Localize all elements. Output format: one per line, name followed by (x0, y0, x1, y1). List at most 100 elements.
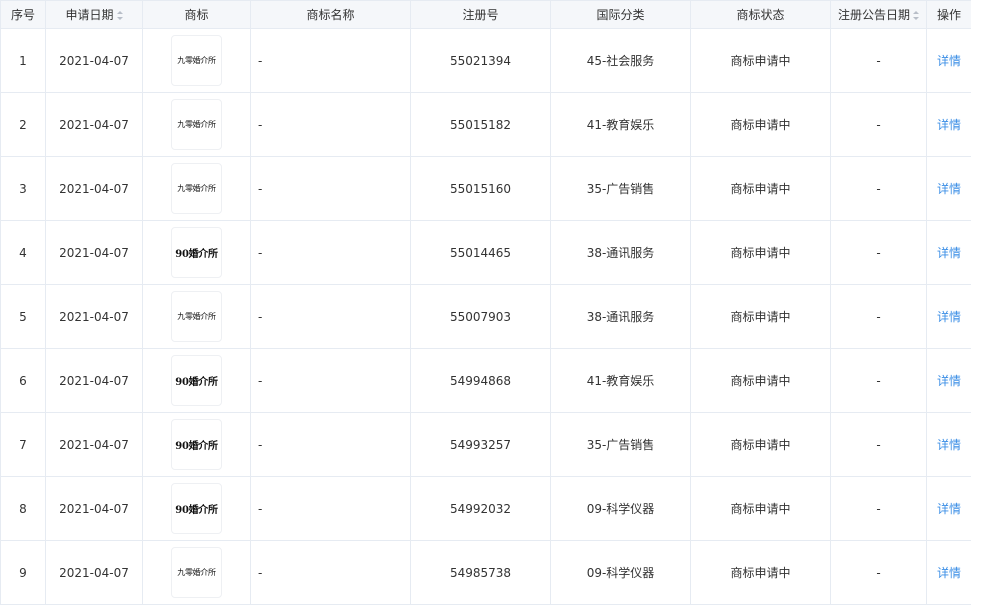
cell-apply-date: 2021-04-07 (45, 28, 143, 93)
cell-apply-date: 2021-04-07 (45, 540, 143, 605)
cell-apply-date: 2021-04-07 (45, 348, 143, 413)
cell-apply-date: 2021-04-07 (45, 220, 143, 285)
table-row: 6 2021-04-07 90婚介所 -54994868 41-教育娱乐 商标申请中 - 详情 (0, 348, 972, 413)
details-link[interactable]: 详情 (937, 374, 961, 388)
cell-reg-no: 55014465 (410, 220, 551, 285)
header-announce-date[interactable]: 注册公告日期 (830, 0, 927, 29)
trademark-logo-image[interactable]: 90婚介所 (171, 355, 222, 406)
cell-index: 5 (0, 284, 46, 349)
cell-announce-date: - (830, 412, 927, 477)
details-link[interactable]: 详情 (937, 438, 961, 452)
cell-index: 1 (0, 28, 46, 93)
trademark-logo-image[interactable]: 90婚介所 (171, 483, 222, 534)
cell-action: 详情 (926, 284, 972, 349)
cell-name: - (250, 284, 411, 349)
sort-icon[interactable] (116, 11, 123, 20)
cell-apply-date: 2021-04-07 (45, 284, 143, 349)
details-link[interactable]: 详情 (937, 118, 961, 132)
cell-reg-no: 55007903 (410, 284, 551, 349)
cell-reg-no: 55021394 (410, 28, 551, 93)
scrollbar-gutter (971, 0, 989, 607)
trademark-table: 序号 申请日期 商标 商标名称 注册号 国际分类 商标状态 注册公告日期 操作 … (0, 0, 972, 605)
details-link[interactable]: 详情 (937, 310, 961, 324)
cell-index: 8 (0, 476, 46, 541)
details-link[interactable]: 详情 (937, 182, 961, 196)
trademark-logo-image[interactable]: 九零婚介所 (171, 99, 222, 150)
cell-name: - (250, 412, 411, 477)
cell-logo: 90婚介所 (142, 412, 251, 477)
cell-status: 商标申请中 (690, 476, 831, 541)
cell-name: - (250, 28, 411, 93)
header-class: 国际分类 (550, 0, 691, 29)
cell-status: 商标申请中 (690, 348, 831, 413)
cell-announce-date: - (830, 92, 927, 157)
cell-reg-no: 55015160 (410, 156, 551, 221)
details-link[interactable]: 详情 (937, 566, 961, 580)
cell-reg-no: 55015182 (410, 92, 551, 157)
trademark-logo-image[interactable]: 90婚介所 (171, 227, 222, 278)
cell-announce-date: - (830, 220, 927, 285)
cell-apply-date: 2021-04-07 (45, 156, 143, 221)
cell-class: 35-广告销售 (550, 412, 691, 477)
table-row: 8 2021-04-07 90婚介所 -54992032 09-科学仪器 商标申请中 - 详情 (0, 476, 972, 541)
cell-class: 09-科学仪器 (550, 540, 691, 605)
cell-announce-date: - (830, 156, 927, 221)
cell-announce-date: - (830, 284, 927, 349)
cell-name: - (250, 92, 411, 157)
header-reg-no: 注册号 (410, 0, 551, 29)
cell-status: 商标申请中 (690, 28, 831, 93)
header-logo: 商标 (142, 0, 251, 29)
table-row: 2 2021-04-07 九零婚介所 -55015182 41-教育娱乐 商标申请中 - 详情 (0, 92, 972, 157)
cell-class: 41-教育娱乐 (550, 348, 691, 413)
cell-announce-date: - (830, 28, 927, 93)
table-header-row: 序号 申请日期 商标 商标名称 注册号 国际分类 商标状态 注册公告日期 操作 (0, 0, 972, 29)
cell-logo: 90婚介所 (142, 476, 251, 541)
cell-logo: 90婚介所 (142, 348, 251, 413)
cell-status: 商标申请中 (690, 540, 831, 605)
cell-action: 详情 (926, 348, 972, 413)
cell-index: 9 (0, 540, 46, 605)
cell-announce-date: - (830, 348, 927, 413)
trademark-table-view: 序号 申请日期 商标 商标名称 注册号 国际分类 商标状态 注册公告日期 操作 … (0, 0, 989, 607)
cell-class: 38-通讯服务 (550, 284, 691, 349)
sort-icon[interactable] (913, 11, 919, 20)
trademark-logo-image[interactable]: 九零婚介所 (171, 35, 222, 86)
cell-status: 商标申请中 (690, 92, 831, 157)
cell-announce-date: - (830, 476, 927, 541)
cell-status: 商标申请中 (690, 220, 831, 285)
cell-action: 详情 (926, 476, 972, 541)
table-row: 5 2021-04-07 九零婚介所 -55007903 38-通讯服务 商标申请中 - 详情 (0, 284, 972, 349)
cell-name: - (250, 220, 411, 285)
trademark-logo-image[interactable]: 九零婚介所 (171, 547, 222, 598)
cell-name: - (250, 156, 411, 221)
trademark-logo-image[interactable]: 九零婚介所 (171, 163, 222, 214)
trademark-logo-image[interactable]: 90婚介所 (171, 419, 222, 470)
cell-index: 4 (0, 220, 46, 285)
details-link[interactable]: 详情 (937, 246, 961, 260)
table-body: 1 2021-04-07 九零婚介所 -55021394 45-社会服务 商标申请中 - 详情… (0, 28, 972, 605)
cell-logo: 90婚介所 (142, 220, 251, 285)
cell-class: 35-广告销售 (550, 156, 691, 221)
cell-name: - (250, 476, 411, 541)
table-row: 1 2021-04-07 九零婚介所 -55021394 45-社会服务 商标申请中 - 详情 (0, 28, 972, 93)
details-link[interactable]: 详情 (937, 502, 961, 516)
cell-action: 详情 (926, 220, 972, 285)
table-row: 7 2021-04-07 90婚介所 -54993257 35-广告销售 商标申请中 - 详情 (0, 412, 972, 477)
cell-reg-no: 54992032 (410, 476, 551, 541)
cell-action: 详情 (926, 156, 972, 221)
cell-logo: 九零婚介所 (142, 156, 251, 221)
details-link[interactable]: 详情 (937, 54, 961, 68)
cell-index: 3 (0, 156, 46, 221)
cell-action: 详情 (926, 412, 972, 477)
header-apply-date[interactable]: 申请日期 (45, 0, 143, 29)
table-row: 9 2021-04-07 九零婚介所 -54985738 09-科学仪器 商标申请中 - 详情 (0, 540, 972, 605)
header-index: 序号 (0, 0, 46, 29)
cell-index: 7 (0, 412, 46, 477)
cell-index: 2 (0, 92, 46, 157)
header-name: 商标名称 (250, 0, 411, 29)
cell-announce-date: - (830, 540, 927, 605)
cell-apply-date: 2021-04-07 (45, 476, 143, 541)
cell-action: 详情 (926, 92, 972, 157)
trademark-logo-image[interactable]: 九零婚介所 (171, 291, 222, 342)
cell-logo: 九零婚介所 (142, 28, 251, 93)
